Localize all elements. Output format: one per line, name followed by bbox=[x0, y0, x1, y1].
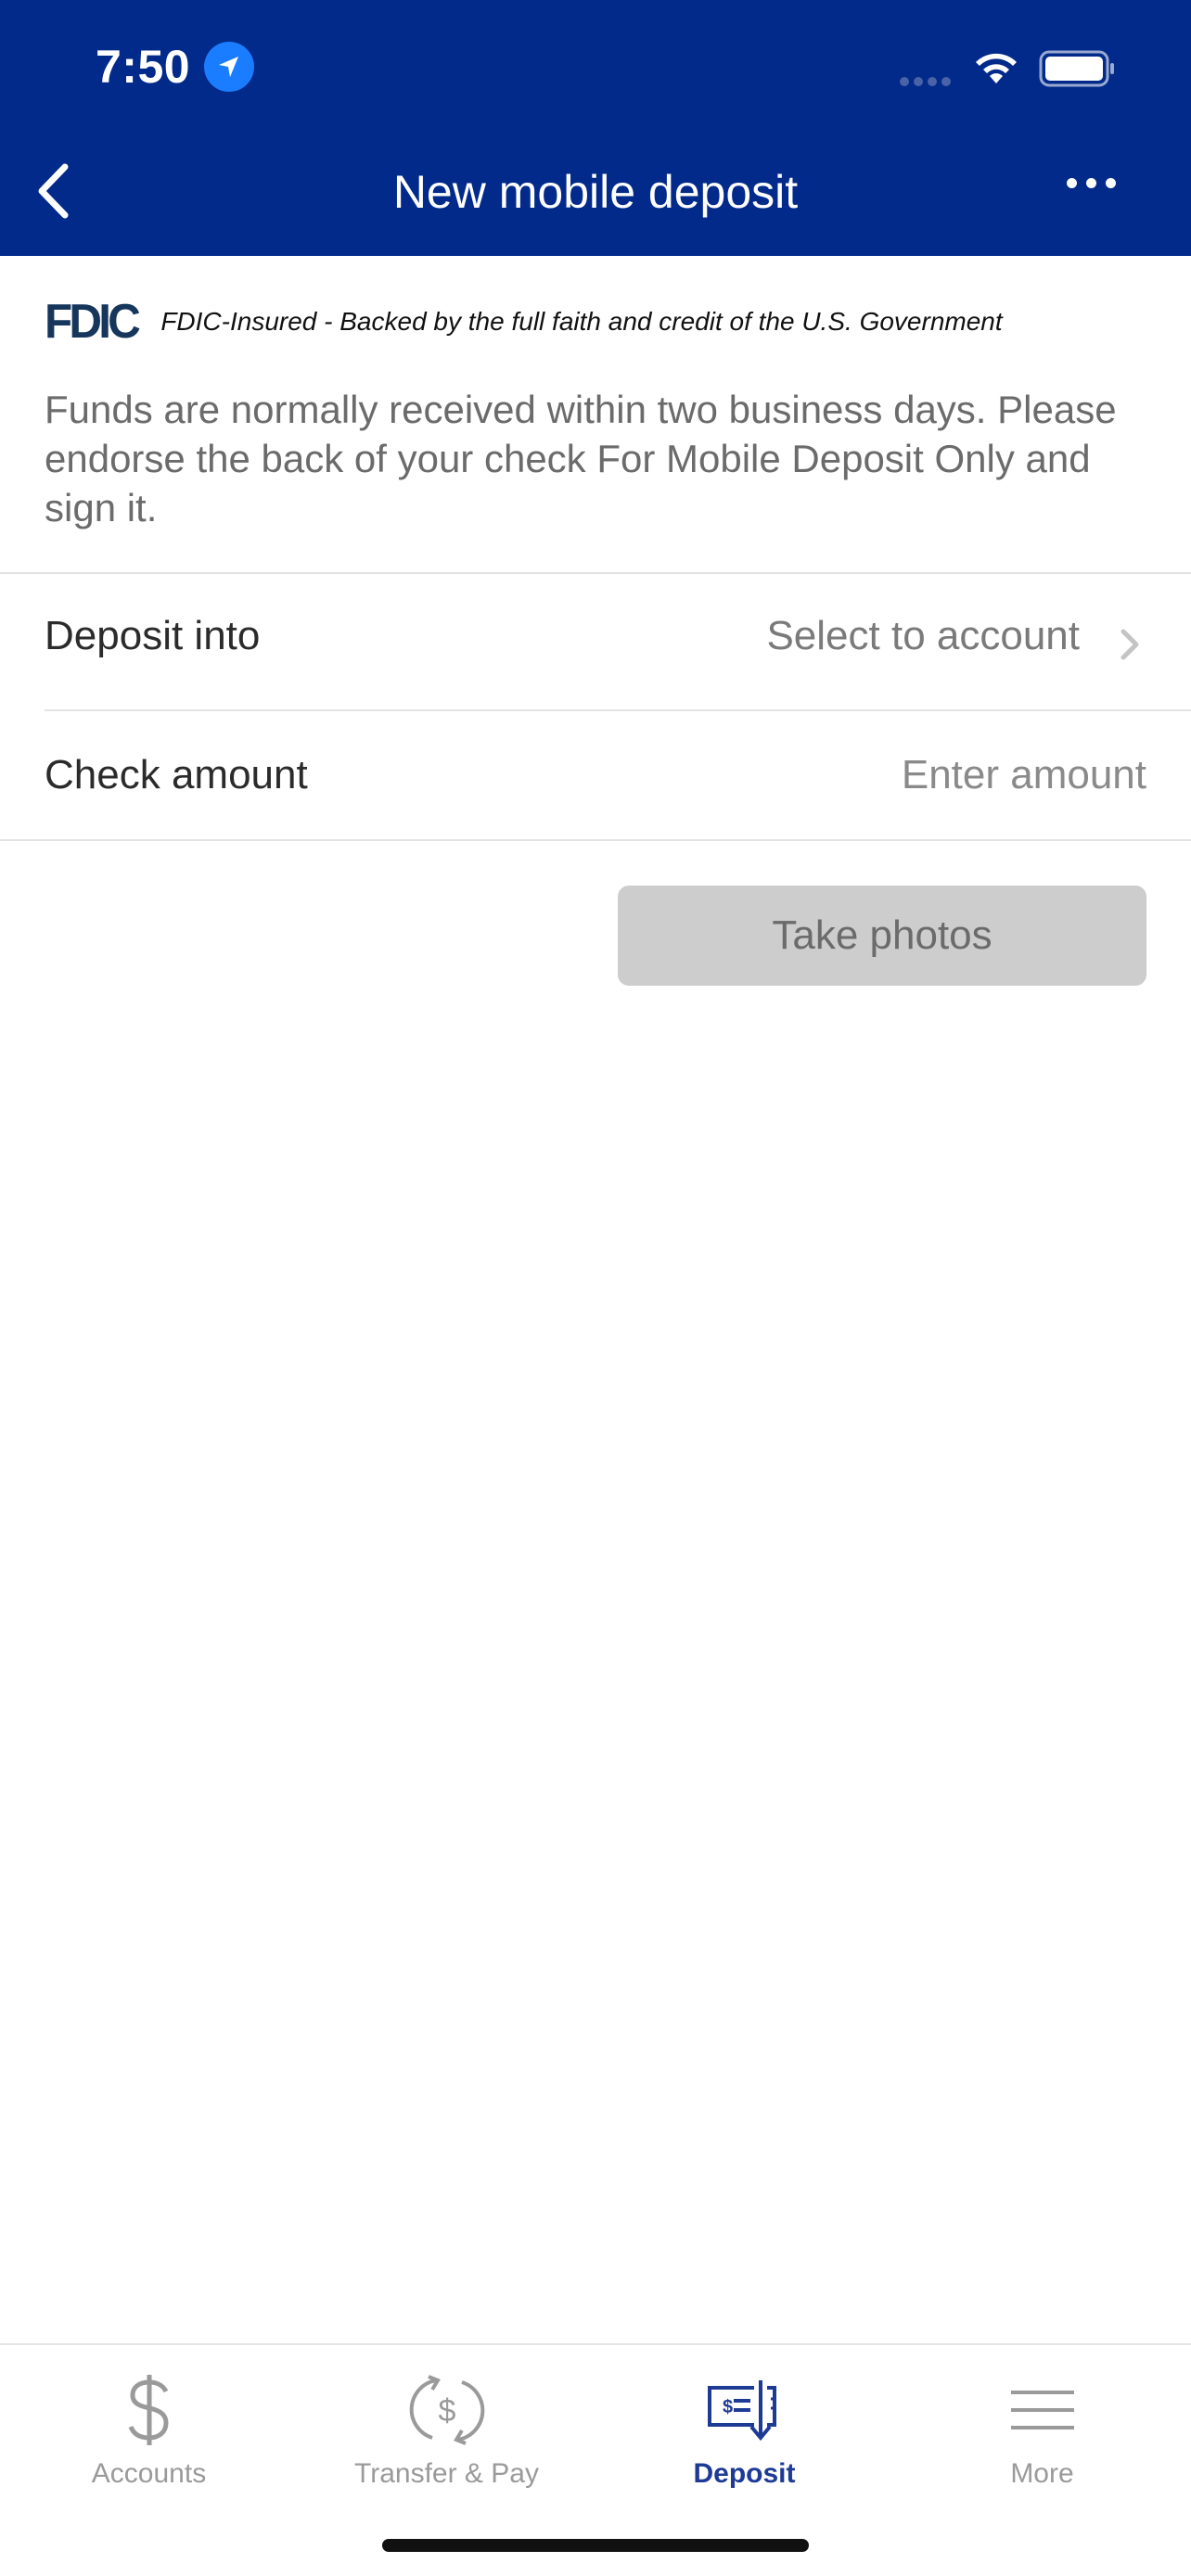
divider bbox=[45, 709, 1191, 711]
more-options-button[interactable] bbox=[1067, 176, 1126, 204]
mobile-deposit-screen: 7:50 New mobile deposit FDIC FDIC-Insure… bbox=[0, 0, 1191, 2576]
menu-icon bbox=[1010, 2391, 1074, 2429]
fdic-logo: FDIC bbox=[45, 295, 141, 349]
fdic-text: FDIC-Insured - Backed by the full faith … bbox=[160, 307, 1003, 336]
tab-transfer-pay[interactable]: $ Transfer & Pay bbox=[298, 2345, 596, 2531]
take-photos-button[interactable]: Take photos bbox=[618, 886, 1146, 986]
divider bbox=[0, 572, 1191, 574]
transfer-pay-icon: $ bbox=[409, 2375, 484, 2445]
home-indicator[interactable] bbox=[382, 2539, 809, 2552]
deposit-check-icon: $ bbox=[707, 2378, 776, 2449]
svg-text:$: $ bbox=[438, 2393, 455, 2429]
tab-label: Deposit bbox=[693, 2458, 796, 2489]
status-time: 7:50 bbox=[96, 41, 191, 93]
tab-label: Accounts bbox=[91, 2458, 207, 2489]
wifi-icon bbox=[976, 53, 1017, 83]
tab-more[interactable]: More bbox=[893, 2345, 1191, 2531]
tab-label: More bbox=[1010, 2458, 1074, 2489]
check-amount-input[interactable]: Enter amount bbox=[902, 749, 1146, 801]
tab-label: Transfer & Pay bbox=[354, 2458, 539, 2489]
cellular-signal-icon bbox=[900, 74, 955, 91]
tab-deposit[interactable]: $ Deposit bbox=[596, 2345, 893, 2531]
divider bbox=[0, 839, 1191, 841]
location-icon bbox=[204, 42, 254, 92]
chevron-right-icon bbox=[1121, 629, 1139, 660]
battery-icon bbox=[1039, 50, 1114, 87]
deposit-info-text: Funds are normally received within two b… bbox=[45, 388, 1117, 529]
app-header: 7:50 New mobile deposit bbox=[0, 0, 1191, 256]
page-title: New mobile deposit bbox=[392, 166, 799, 218]
deposit-into-value[interactable]: Select to account bbox=[766, 610, 1080, 662]
svg-text:$: $ bbox=[723, 2397, 733, 2417]
tab-accounts[interactable]: Accounts bbox=[0, 2345, 298, 2531]
dollar-icon bbox=[128, 2375, 169, 2445]
fdic-notice: FDIC FDIC-Insured - Backed by the full f… bbox=[45, 295, 1003, 349]
deposit-into-label: Deposit into bbox=[45, 613, 261, 658]
check-amount-label: Check amount bbox=[45, 752, 308, 797]
